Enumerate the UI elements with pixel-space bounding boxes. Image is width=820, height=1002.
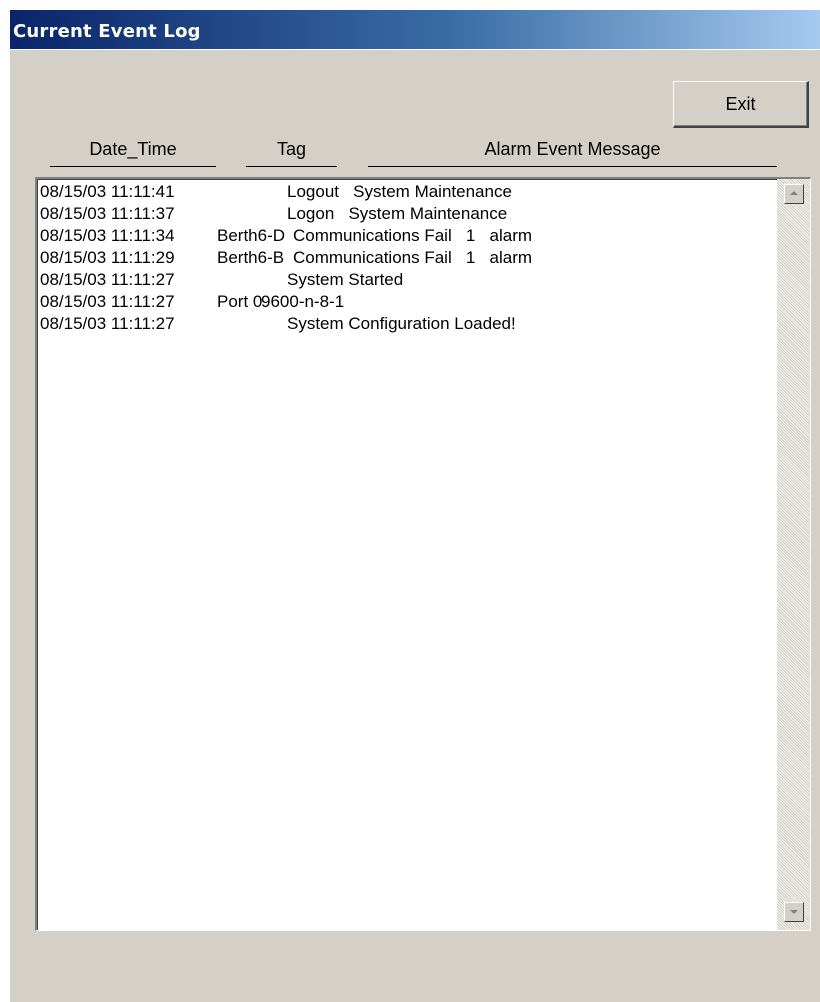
log-row-date-time: 08/15/03 11:11:41 bbox=[40, 182, 175, 201]
log-row-message: Logout System Maintenance bbox=[287, 182, 512, 201]
window-title: Current Event Log bbox=[13, 21, 201, 42]
column-header-tag: Tag bbox=[246, 139, 337, 167]
event-log-rows: 08/15/03 11:11:41 Logout System Maintena… bbox=[39, 181, 777, 926]
log-row-message: System Started bbox=[287, 270, 404, 289]
log-row[interactable]: 08/15/03 11:11:37 Logon System Maintenan… bbox=[39, 203, 777, 225]
vertical-scrollbar[interactable] bbox=[777, 179, 810, 930]
scroll-up-button[interactable] bbox=[784, 184, 804, 204]
log-row[interactable]: 08/15/03 11:11:27 System Configuration L… bbox=[39, 313, 777, 335]
column-header-alarm-event-message: Alarm Event Message bbox=[368, 139, 777, 167]
log-row-tag: Port 0 bbox=[217, 292, 263, 311]
log-row[interactable]: 08/15/03 11:11:29 Berth6-B Communication… bbox=[39, 247, 777, 269]
log-row-date-time: 08/15/03 11:11:37 bbox=[40, 204, 175, 223]
log-row-date-time: 08/15/03 11:11:27 bbox=[40, 270, 175, 289]
log-row-date-time: 08/15/03 11:11:27 bbox=[40, 314, 175, 333]
scroll-down-button[interactable] bbox=[784, 902, 804, 922]
log-row-date-time: 08/15/03 11:11:34 bbox=[40, 226, 175, 245]
log-row-tag: Berth6-D bbox=[217, 226, 286, 245]
log-row-message: Communications Fail 1 alarm bbox=[293, 226, 533, 245]
exit-button[interactable]: Exit bbox=[673, 81, 809, 128]
scroll-down-arrow-icon bbox=[790, 910, 798, 914]
log-row-tag: Berth6-B bbox=[217, 248, 285, 267]
log-row-message: 9600-n-8-1 bbox=[261, 292, 345, 311]
log-row-date-time: 08/15/03 11:11:29 bbox=[40, 248, 175, 267]
log-row[interactable]: 08/15/03 11:11:27 Port 0 9600-n-8-1 bbox=[39, 291, 777, 313]
title-bar[interactable]: Current Event Log bbox=[10, 10, 820, 50]
log-row-message: Communications Fail 1 alarm bbox=[293, 248, 533, 267]
event-log-list[interactable]: 08/15/03 11:11:41 Logout System Maintena… bbox=[35, 177, 811, 931]
log-row[interactable]: 08/15/03 11:11:34 Berth6-D Communication… bbox=[39, 225, 777, 247]
scroll-up-arrow-icon bbox=[790, 191, 798, 195]
column-header-date-time: Date_Time bbox=[50, 139, 216, 167]
event-log-window: Current Event Log Exit Date_Time Tag Ala… bbox=[9, 9, 820, 1002]
log-row[interactable]: 08/15/03 11:11:27 System Started bbox=[39, 269, 777, 291]
log-row[interactable]: 08/15/03 11:11:41 Logout System Maintena… bbox=[39, 181, 777, 203]
log-row-date-time: 08/15/03 11:11:27 bbox=[40, 292, 175, 311]
log-row-message: System Configuration Loaded! bbox=[287, 314, 516, 333]
log-row-message: Logon System Maintenance bbox=[287, 204, 508, 223]
